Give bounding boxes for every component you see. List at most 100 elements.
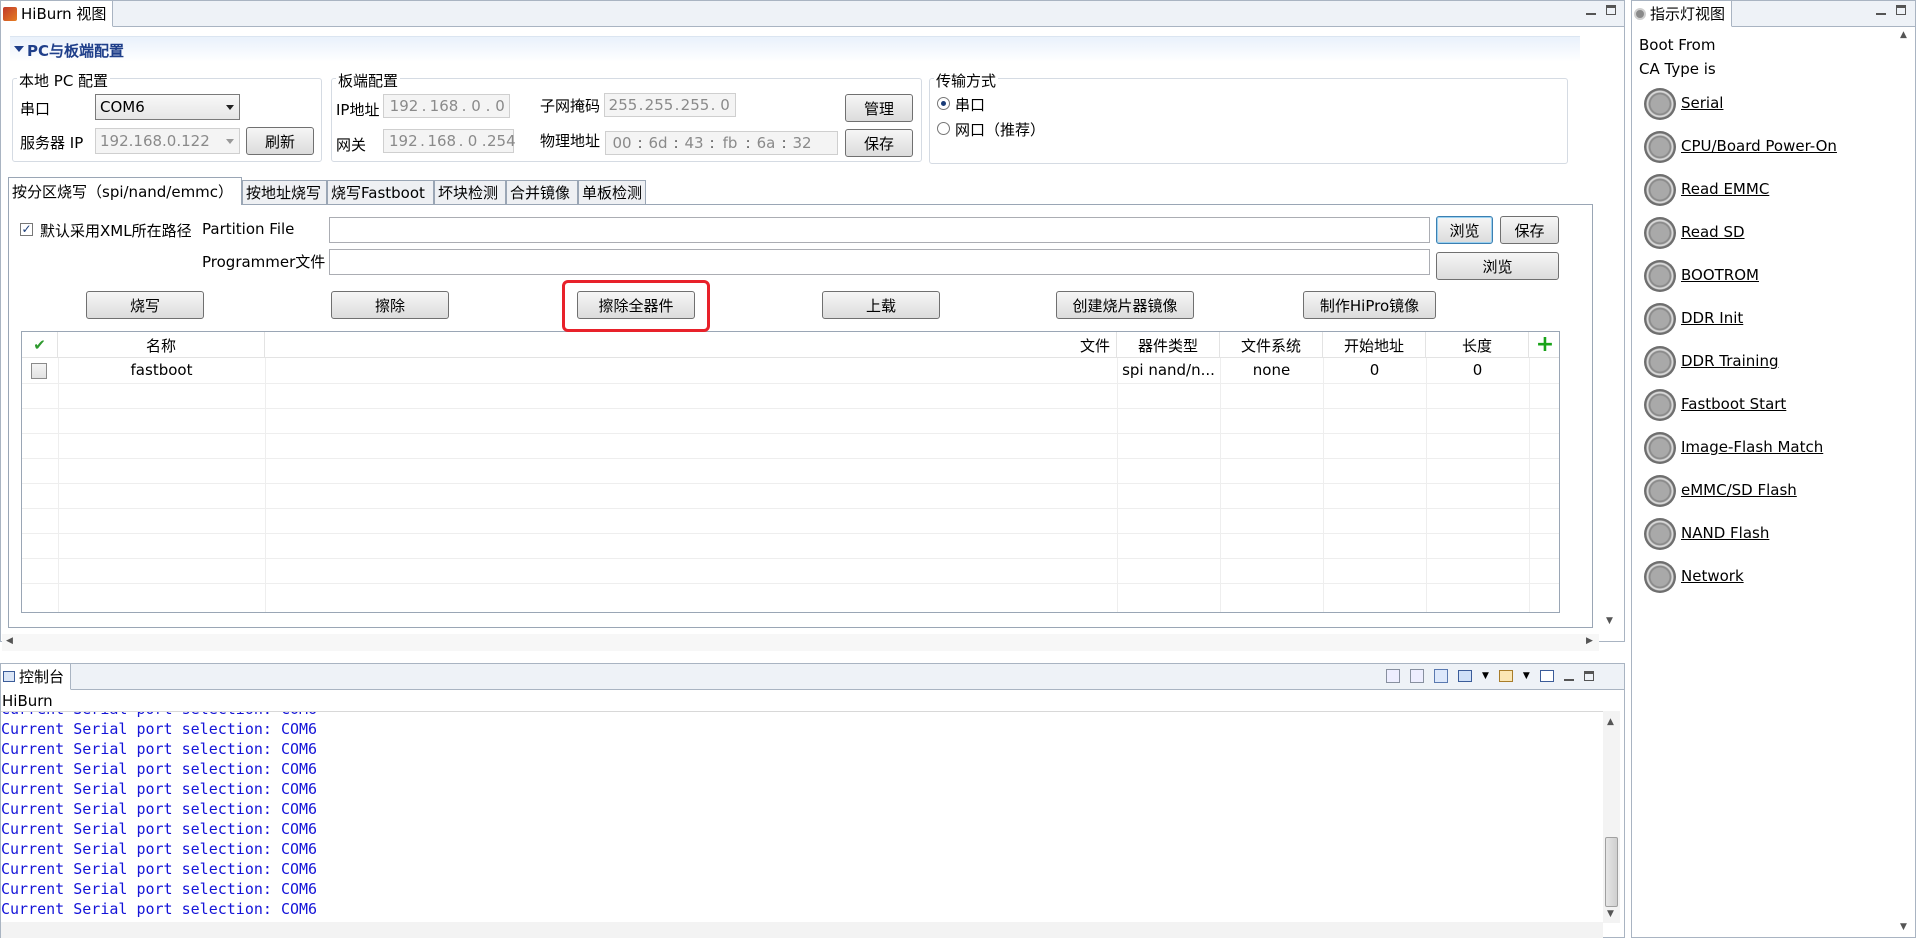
erase-button[interactable]: 擦除	[331, 291, 449, 319]
scroll-up-icon[interactable]: ▲	[1900, 30, 1907, 40]
upload-button[interactable]: 上载	[822, 291, 940, 319]
scroll-down-icon[interactable]: ▼	[1900, 922, 1907, 932]
console-vertical-scrollbar[interactable]: ▲ ▼	[1603, 711, 1620, 923]
indicator-read-sd[interactable]: Read SD	[1681, 223, 1745, 241]
gateway-field[interactable]: 192. 168. 0. 254	[383, 129, 516, 153]
refresh-button[interactable]: 刷新	[246, 127, 314, 155]
make-hipro-image-button[interactable]: 制作HiPro镜像	[1303, 291, 1436, 319]
hiburn-horizontal-scrollbar[interactable]: ◀ ▶	[2, 634, 1599, 651]
serial-port-combo[interactable]: COM6	[95, 94, 240, 120]
create-programmer-image-button[interactable]: 创建烧片器镜像	[1056, 291, 1194, 319]
row-filesystem: none	[1252, 361, 1291, 379]
transfer-network-radio[interactable]	[937, 122, 950, 135]
check-icon: ✔	[33, 336, 46, 354]
scroll-left-icon[interactable]: ◀	[6, 636, 13, 646]
indicator-ddr-init[interactable]: DDR Init	[1681, 309, 1743, 327]
tab-board-check[interactable]: 单板检测	[578, 180, 646, 204]
indicator-fastboot-start[interactable]: Fastboot Start	[1681, 395, 1786, 413]
led-nand-flash	[1644, 518, 1676, 550]
tab-merge-image[interactable]: 合并镜像	[506, 180, 578, 204]
minimize-icon[interactable]	[1876, 5, 1886, 15]
chevron-down-icon[interactable]: ▼	[1482, 671, 1489, 681]
row-checkbox[interactable]	[31, 363, 47, 379]
partition-file-input[interactable]	[329, 217, 1430, 243]
console-horizontal-scrollbar[interactable]	[1, 922, 1603, 938]
ip-octet: 255	[608, 96, 638, 114]
console-scroll-thumb[interactable]	[1605, 837, 1618, 907]
hiburn-view-tab[interactable]: HiBurn 视图	[1, 1, 114, 27]
ip-octet: 168	[427, 132, 457, 150]
scroll-down-icon[interactable]: ▼	[1606, 616, 1613, 626]
tab-bad-block[interactable]: 坏块检测	[434, 180, 506, 204]
select-all-column[interactable]: ✔	[22, 332, 58, 358]
add-row-button[interactable]: +	[1529, 332, 1559, 358]
indicator-nand-flash[interactable]: NAND Flash	[1681, 524, 1769, 542]
board-save-button[interactable]: 保存	[845, 129, 913, 157]
expand-icon[interactable]	[1539, 670, 1554, 682]
scroll-right-icon[interactable]: ▶	[1586, 636, 1593, 646]
ip-octet: 168	[429, 97, 459, 115]
pin-console-icon[interactable]	[1434, 669, 1448, 683]
indicator-read-emmc[interactable]: Read EMMC	[1681, 180, 1769, 198]
console-view-tab[interactable]: 控制台	[1, 664, 72, 690]
console-subtitle: HiBurn	[2, 692, 53, 710]
indicator-ddr-training[interactable]: DDR Training	[1681, 352, 1778, 370]
chevron-down-icon[interactable]: ▼	[1523, 671, 1530, 681]
hiburn-window-buttons	[1586, 5, 1616, 15]
indicator-view-tab[interactable]: 指示灯视图	[1632, 1, 1733, 27]
partition-save-button[interactable]: 保存	[1500, 216, 1559, 244]
scroll-lock-icon[interactable]	[1410, 669, 1424, 683]
indicator-vertical-scrollbar[interactable]: ▲ ▼	[1896, 28, 1913, 936]
open-console-icon[interactable]	[1498, 670, 1513, 682]
clear-console-icon[interactable]	[1386, 669, 1400, 683]
transfer-serial-radio[interactable]	[937, 97, 950, 110]
server-ip-combo[interactable]: 192.168.0.122	[95, 128, 240, 154]
transfer-mode-group-title: 传输方式	[934, 70, 999, 91]
section-header[interactable]: PC与板端配置	[10, 36, 1580, 62]
subnet-mask-field[interactable]: 255. 255. 255. 0	[604, 93, 736, 117]
burn-button[interactable]: 烧写	[86, 291, 204, 319]
table-row[interactable]: fastboot spi nand/n... none 0 0	[22, 358, 1559, 383]
indicator-bootrom[interactable]: BOOTROM	[1681, 266, 1759, 284]
scroll-down-icon[interactable]: ▼	[1607, 909, 1614, 919]
mac-address-field[interactable]: 00: 6d: 43: fb: 6a: 32	[605, 131, 838, 155]
column-filesystem[interactable]: 文件系统	[1220, 332, 1323, 358]
programmer-file-input[interactable]	[329, 249, 1430, 275]
use-xml-path-checkbox[interactable]: ✓	[20, 223, 33, 236]
maximize-icon[interactable]	[1606, 5, 1616, 15]
hiburn-icon	[3, 6, 17, 21]
partition-browse-button[interactable]: 浏览	[1436, 216, 1493, 244]
partition-table: ✔ 名称 文件 器件类型 文件系统 开始地址 长度 + fastboot spi…	[21, 331, 1560, 613]
maximize-icon[interactable]	[1896, 5, 1906, 15]
manage-button[interactable]: 管理	[845, 94, 913, 122]
column-file[interactable]: 文件	[265, 332, 1117, 358]
chevron-down-icon	[226, 139, 234, 144]
console-line: Current Serial port selection: COM6	[1, 820, 318, 838]
console-output[interactable]: Current Serial port selection: COM6 Curr…	[1, 711, 1603, 923]
programmer-browse-button[interactable]: 浏览	[1436, 252, 1559, 280]
hiburn-vertical-scrollbar[interactable]: ▼	[1602, 32, 1619, 628]
tab-address-burn[interactable]: 按地址烧写	[242, 180, 327, 204]
column-name[interactable]: 名称	[58, 332, 265, 358]
indicator-serial[interactable]: Serial	[1681, 94, 1723, 112]
indicator-emmc-sd-flash[interactable]: eMMC/SD Flash	[1681, 481, 1797, 499]
tab-partition-burn[interactable]: 按分区烧写（spi/nand/emmc）	[8, 177, 242, 205]
indicator-cpu-power-on[interactable]: CPU/Board Power-On	[1681, 137, 1837, 155]
column-start-address[interactable]: 开始地址	[1323, 332, 1426, 358]
board-ip-label: IP地址	[336, 101, 380, 119]
scroll-up-icon[interactable]: ▲	[1607, 717, 1614, 727]
board-ip-field[interactable]: 192. 168. 0. 0	[383, 94, 510, 118]
minimize-icon[interactable]	[1586, 5, 1596, 15]
tab-fastboot-burn[interactable]: 烧写Fastboot	[327, 180, 434, 204]
column-length[interactable]: 长度	[1426, 332, 1529, 358]
display-console-icon[interactable]	[1458, 670, 1472, 682]
maximize-icon[interactable]	[1583, 671, 1594, 681]
console-line: Current Serial port selection: COM6	[1, 900, 318, 918]
transfer-network-label: 网口（推荐）	[955, 121, 1046, 139]
minimize-icon[interactable]	[1563, 671, 1574, 681]
led-network	[1644, 561, 1676, 593]
column-device-type[interactable]: 器件类型	[1117, 332, 1220, 358]
indicator-image-flash-match[interactable]: Image-Flash Match	[1681, 438, 1823, 456]
indicator-network[interactable]: Network	[1681, 567, 1744, 585]
ip-octet: 0	[471, 97, 481, 115]
